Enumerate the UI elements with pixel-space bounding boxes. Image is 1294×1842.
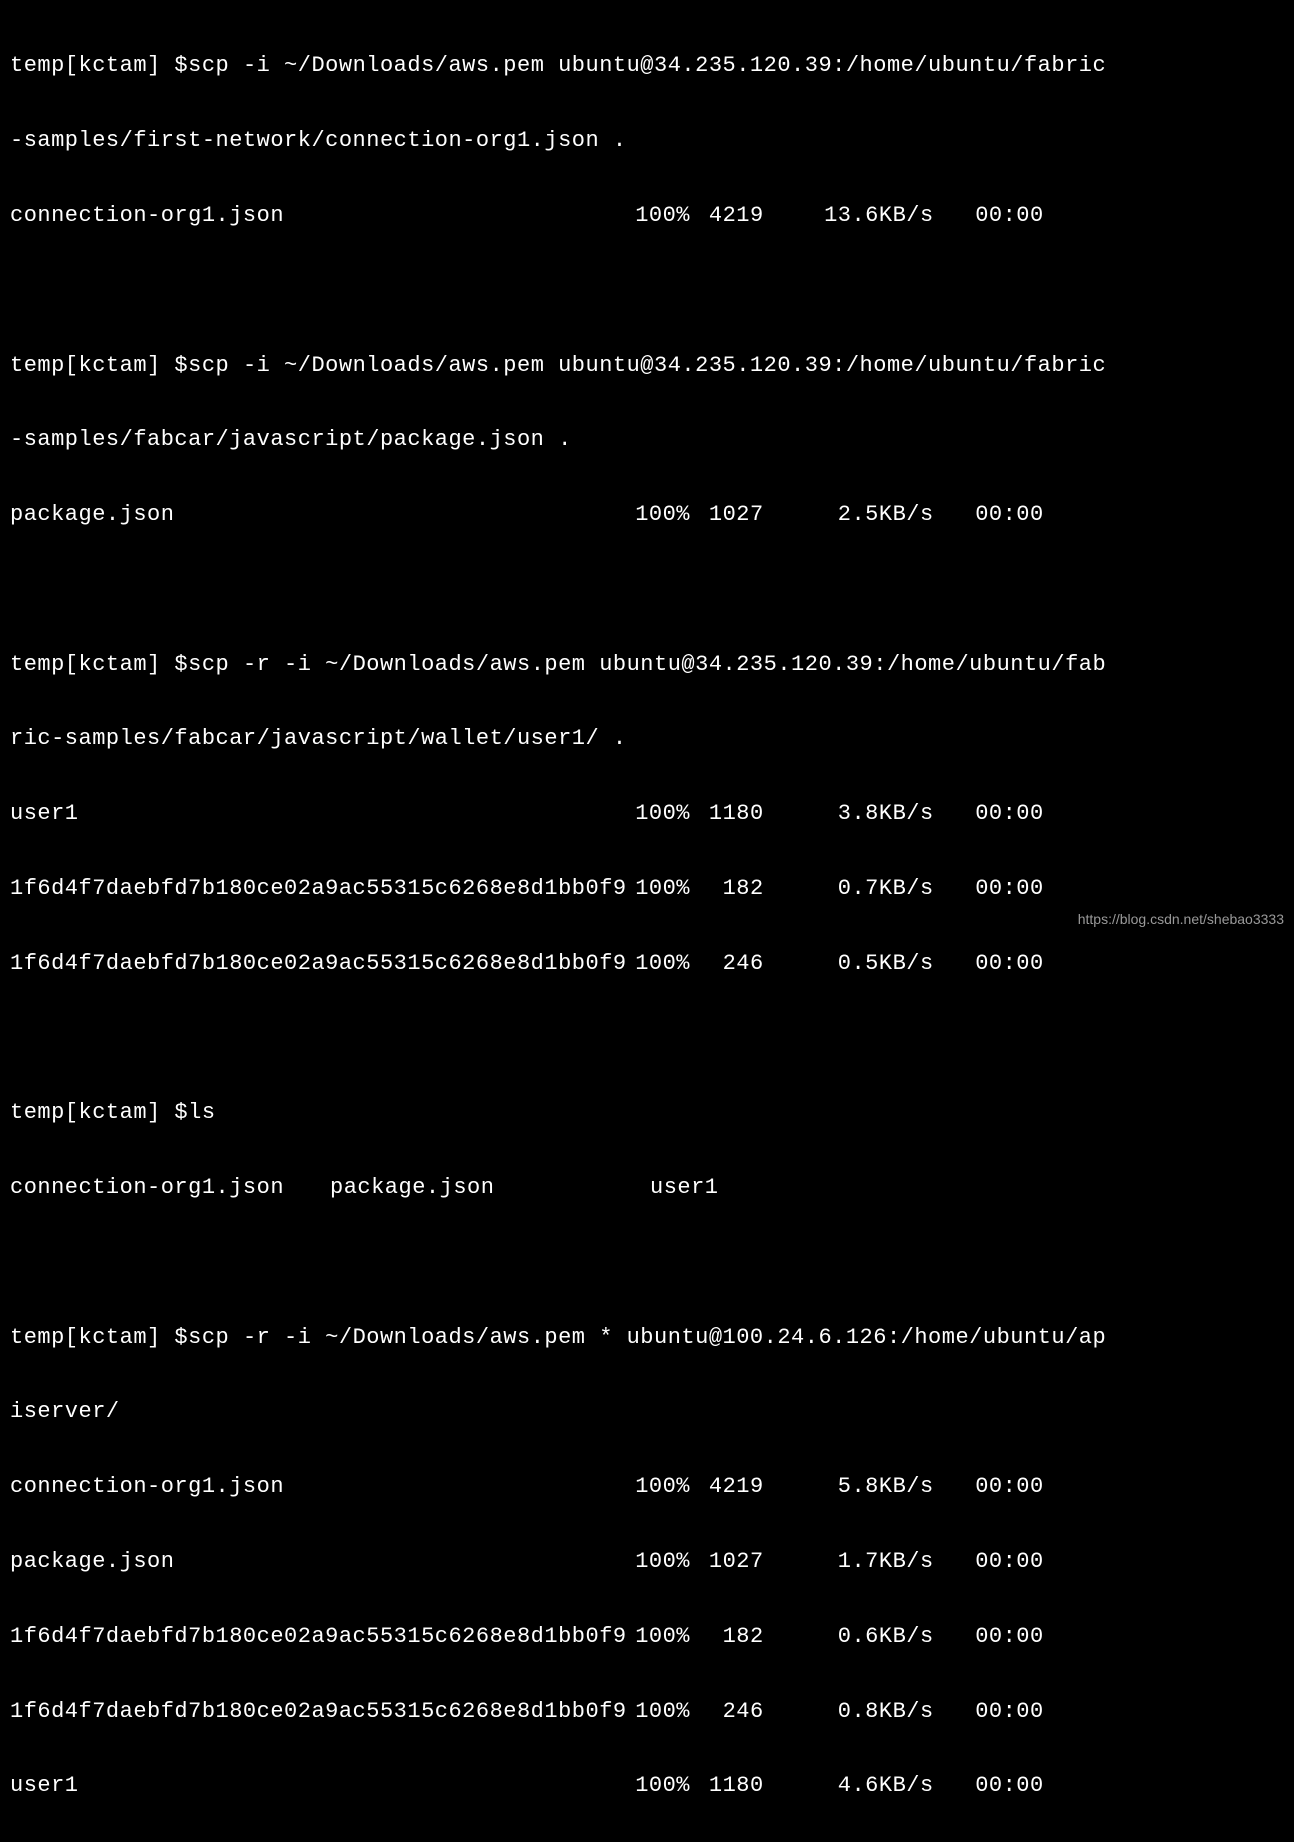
transfer-size: 1027: [704, 496, 764, 533]
transfer-filename: 1f6d4f7daebfd7b180ce02a9ac55315c6268e8d1…: [10, 945, 630, 982]
transfer-percent: 100%: [630, 870, 690, 907]
transfer-speed: 0.6KB/s: [764, 1618, 934, 1655]
transfer-line: 1f6d4f7daebfd7b180ce02a9ac55315c6268e8d1…: [10, 1693, 1284, 1730]
command-line-1-cont: -samples/first-network/connection-org1.j…: [10, 122, 1284, 159]
transfer-line: user1100% 11803.8KB/s00:00: [10, 795, 1284, 832]
transfer-percent: 100%: [630, 1618, 690, 1655]
transfer-speed: 2.5KB/s: [764, 496, 934, 533]
ls-item: package.json: [330, 1169, 650, 1206]
command-line-5: temp[kctam] $scp -r -i ~/Downloads/aws.p…: [10, 1319, 1284, 1356]
transfer-time: 00:00: [934, 1693, 1044, 1730]
transfer-percent: 100%: [630, 197, 690, 234]
transfer-size: 246: [704, 945, 764, 982]
transfer-filename: package.json: [10, 1543, 630, 1580]
transfer-speed: 1.7KB/s: [764, 1543, 934, 1580]
transfer-percent: 100%: [630, 945, 690, 982]
transfer-percent: 100%: [630, 1693, 690, 1730]
transfer-size: 182: [704, 1618, 764, 1655]
command-line-2-cont: -samples/fabcar/javascript/package.json …: [10, 421, 1284, 458]
transfer-filename: package.json: [10, 496, 630, 533]
transfer-speed: 0.5KB/s: [764, 945, 934, 982]
command-text: scp -r -i ~/Downloads/aws.pem ubuntu@34.…: [188, 652, 1106, 677]
ls-output-line: connection-org1.jsonpackage.jsonuser1: [10, 1169, 1284, 1206]
blank-line: [10, 571, 1284, 608]
blank-line: [10, 1020, 1284, 1057]
transfer-percent: 100%: [630, 496, 690, 533]
prompt: temp[kctam] $: [10, 353, 188, 378]
command-line-1: temp[kctam] $scp -i ~/Downloads/aws.pem …: [10, 47, 1284, 84]
transfer-filename: 1f6d4f7daebfd7b180ce02a9ac55315c6268e8d1…: [10, 870, 630, 907]
transfer-line: package.json100% 10272.5KB/s00:00: [10, 496, 1284, 533]
transfer-speed: 5.8KB/s: [764, 1468, 934, 1505]
transfer-time: 00:00: [934, 1543, 1044, 1580]
prompt: temp[kctam] $: [10, 1100, 188, 1125]
ls-item: user1: [650, 1169, 719, 1206]
transfer-size: 246: [704, 1693, 764, 1730]
transfer-line: connection-org1.json100% 42195.8KB/s00:0…: [10, 1468, 1284, 1505]
transfer-speed: 0.7KB/s: [764, 870, 934, 907]
transfer-percent: 100%: [630, 1468, 690, 1505]
transfer-speed: 3.8KB/s: [764, 795, 934, 832]
transfer-filename: connection-org1.json: [10, 1468, 630, 1505]
blank-line: [10, 272, 1284, 309]
transfer-filename: connection-org1.json: [10, 197, 630, 234]
transfer-time: 00:00: [934, 795, 1044, 832]
watermark-text: https://blog.csdn.net/shebao3333: [1078, 908, 1284, 932]
transfer-speed: 4.6KB/s: [764, 1767, 934, 1804]
transfer-time: 00:00: [934, 197, 1044, 234]
transfer-time: 00:00: [934, 1618, 1044, 1655]
ls-item: connection-org1.json: [10, 1169, 330, 1206]
transfer-line: package.json100% 10271.7KB/s00:00: [10, 1543, 1284, 1580]
command-text: scp -i ~/Downloads/aws.pem ubuntu@34.235…: [188, 53, 1106, 78]
command-text: scp -i ~/Downloads/aws.pem ubuntu@34.235…: [188, 353, 1106, 378]
prompt: temp[kctam] $: [10, 652, 188, 677]
transfer-speed: 13.6KB/s: [764, 197, 934, 234]
command-line-4: temp[kctam] $ls: [10, 1094, 1284, 1131]
transfer-percent: 100%: [630, 1767, 690, 1804]
transfer-line: connection-org1.json100% 421913.6KB/s00:…: [10, 197, 1284, 234]
transfer-size: 1027: [704, 1543, 764, 1580]
command-line-3: temp[kctam] $scp -r -i ~/Downloads/aws.p…: [10, 646, 1284, 683]
transfer-time: 00:00: [934, 496, 1044, 533]
transfer-size: 1180: [704, 1767, 764, 1804]
transfer-size: 4219: [704, 197, 764, 234]
transfer-line: user1100% 11804.6KB/s00:00: [10, 1767, 1284, 1804]
transfer-line: 1f6d4f7daebfd7b180ce02a9ac55315c6268e8d1…: [10, 870, 1284, 907]
transfer-time: 00:00: [934, 1767, 1044, 1804]
command-line-5-cont: iserver/: [10, 1393, 1284, 1430]
transfer-percent: 100%: [630, 1543, 690, 1580]
prompt: temp[kctam] $: [10, 1325, 188, 1350]
transfer-time: 00:00: [934, 870, 1044, 907]
transfer-line: 1f6d4f7daebfd7b180ce02a9ac55315c6268e8d1…: [10, 945, 1284, 982]
command-line-2: temp[kctam] $scp -i ~/Downloads/aws.pem …: [10, 347, 1284, 384]
transfer-filename: user1: [10, 1767, 630, 1804]
transfer-size: 4219: [704, 1468, 764, 1505]
transfer-line: 1f6d4f7daebfd7b180ce02a9ac55315c6268e8d1…: [10, 1618, 1284, 1655]
transfer-speed: 0.8KB/s: [764, 1693, 934, 1730]
transfer-filename: user1: [10, 795, 630, 832]
transfer-percent: 100%: [630, 795, 690, 832]
command-line-3-cont: ric-samples/fabcar/javascript/wallet/use…: [10, 720, 1284, 757]
prompt: temp[kctam] $: [10, 53, 188, 78]
transfer-size: 1180: [704, 795, 764, 832]
transfer-size: 182: [704, 870, 764, 907]
transfer-time: 00:00: [934, 1468, 1044, 1505]
command-text: scp -r -i ~/Downloads/aws.pem * ubuntu@1…: [188, 1325, 1106, 1350]
transfer-filename: 1f6d4f7daebfd7b180ce02a9ac55315c6268e8d1…: [10, 1618, 630, 1655]
transfer-time: 00:00: [934, 945, 1044, 982]
blank-line: [10, 1244, 1284, 1281]
transfer-filename: 1f6d4f7daebfd7b180ce02a9ac55315c6268e8d1…: [10, 1693, 630, 1730]
command-text: ls: [188, 1100, 215, 1125]
